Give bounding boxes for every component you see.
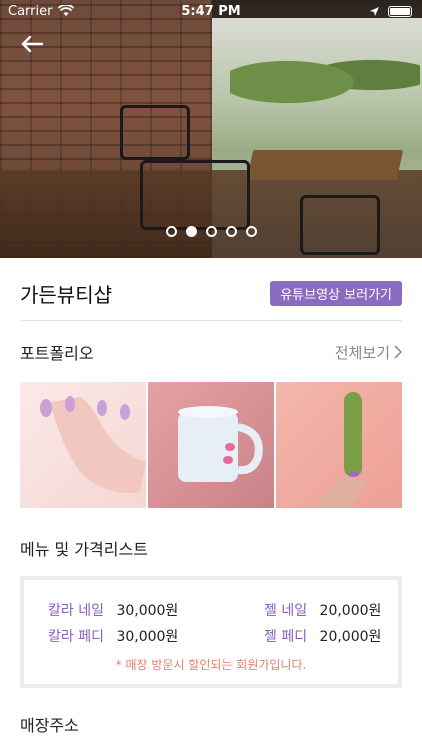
price-item-value: 20,000원 <box>319 603 382 619</box>
address-title: 매장주소 <box>20 716 79 735</box>
hand-illustration <box>40 396 146 493</box>
price-item-value: 20,000원 <box>319 629 382 645</box>
price-item: 칼라 네일 30,000원 <box>48 600 178 620</box>
chair <box>300 195 380 255</box>
hero-image[interactable]: Carrier 5:47 PM <box>0 0 422 258</box>
portfolio-image-cactus[interactable] <box>276 382 402 508</box>
portfolio-image-cup[interactable] <box>148 382 274 508</box>
battery-icon <box>388 5 412 17</box>
arrow-left-icon <box>21 35 44 53</box>
cup-illustration <box>178 406 263 482</box>
shop-header: 가든뷰티샵 유튜브영상 보러가기 <box>20 278 402 308</box>
price-item-value: 30,000원 <box>116 603 179 619</box>
price-item-name: 젤 페디 <box>264 629 308 645</box>
price-item-name: 칼라 페디 <box>48 629 104 645</box>
see-all-link[interactable]: 전체보기 <box>335 342 402 363</box>
price-item: 젤 네일 20,000원 <box>264 600 381 620</box>
clock: 5:47 PM <box>181 3 241 19</box>
price-item-name: 젤 네일 <box>264 603 308 619</box>
chair <box>120 105 190 160</box>
price-item: 칼라 페디 30,000원 <box>48 626 178 646</box>
shop-name: 가든뷰티샵 <box>20 282 112 307</box>
carousel-dot-active[interactable] <box>185 226 197 237</box>
location-icon <box>370 6 379 16</box>
portfolio-header: 포트폴리오 전체보기 <box>20 340 402 364</box>
trees <box>230 40 420 110</box>
menu-title: 메뉴 및 가격리스트 <box>20 540 148 559</box>
cactus-illustration <box>316 392 366 508</box>
cafe-table <box>246 150 404 180</box>
carousel-dot[interactable] <box>205 226 217 237</box>
chair <box>140 160 250 230</box>
price-list: 칼라 네일 30,000원 젤 네일 20,000원 칼라 페디 30,000원… <box>20 576 402 688</box>
price-item: 젤 페디 20,000원 <box>264 626 381 646</box>
back-button[interactable] <box>18 32 46 56</box>
portfolio-title: 포트폴리오 <box>20 344 94 363</box>
price-item-value: 30,000원 <box>116 629 179 645</box>
portfolio-image-hand[interactable] <box>20 382 146 508</box>
see-all-label: 전체보기 <box>334 343 390 362</box>
carousel-dot[interactable] <box>245 226 257 237</box>
portfolio-gallery <box>20 382 402 508</box>
carousel-dot[interactable] <box>225 226 237 237</box>
carousel-dot[interactable] <box>165 226 177 237</box>
chevron-right-icon <box>394 345 402 359</box>
youtube-button[interactable]: 유튜브영상 보러가기 <box>270 280 402 306</box>
membership-notice: * 매장 방문시 할인되는 회원가입니다. <box>115 658 307 672</box>
carousel-indicator <box>0 226 422 237</box>
status-bar: Carrier 5:47 PM <box>0 0 422 22</box>
price-item-name: 칼라 네일 <box>48 603 104 619</box>
divider <box>20 320 402 321</box>
